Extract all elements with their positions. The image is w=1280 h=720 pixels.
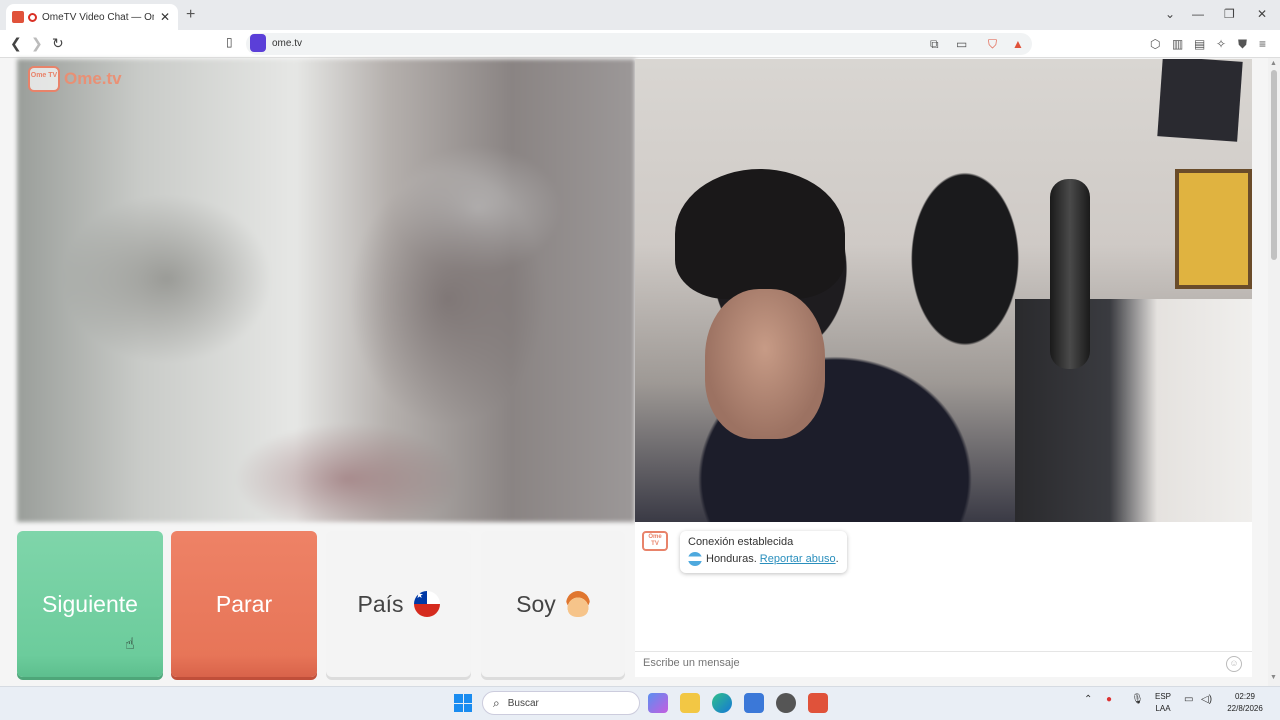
self-video	[635, 59, 1252, 522]
tab-close-icon[interactable]: ✕	[160, 10, 170, 24]
url-field[interactable]	[246, 33, 1032, 55]
close-window-button[interactable]: ✕	[1257, 7, 1267, 21]
taskbar-search-label: Buscar	[507, 697, 539, 709]
page-scrollbar[interactable]: ▲ ▼	[1268, 58, 1280, 686]
tab-search-icon[interactable]: ⌄	[1165, 7, 1175, 21]
logo-badge: Ome TV	[28, 66, 60, 92]
chat-input-container	[635, 651, 1252, 677]
chat-message-input[interactable]	[643, 657, 1203, 669]
report-suffix: .	[835, 553, 839, 565]
back-icon[interactable]: ❮	[10, 35, 22, 52]
sidebar-icon[interactable]: ▥	[1172, 37, 1183, 51]
url-text[interactable]: ome.tv	[272, 38, 302, 49]
stop-button-label: Parar	[215, 590, 273, 617]
chile-flag-icon	[413, 591, 440, 617]
edge-icon[interactable]	[712, 693, 732, 713]
boy-emoji-icon	[565, 591, 590, 617]
scroll-up-icon[interactable]: ▲	[1270, 60, 1277, 67]
next-button-label: Siguiente	[42, 590, 138, 617]
wall-poster	[1157, 59, 1243, 142]
person-hair	[675, 169, 845, 299]
microphone-icon[interactable]: 🎙	[1131, 694, 1144, 705]
recording-icon	[28, 12, 37, 22]
tab-ometv[interactable]: OmeTV Video Chat — Omegl ✕	[6, 4, 178, 30]
tray-app-icon[interactable]: ●	[1106, 694, 1112, 705]
minimize-button[interactable]: —	[1192, 7, 1204, 21]
stop-button[interactable]: Parar	[171, 531, 317, 677]
brave-shield-icon[interactable]: ⛉	[988, 37, 997, 52]
stranger-country: Honduras.	[706, 553, 757, 565]
store-icon[interactable]	[744, 693, 764, 713]
report-abuse-link[interactable]: Reportar abuso	[760, 553, 836, 565]
tray-overflow-icon[interactable]: ⌃	[1084, 694, 1092, 705]
explorer-icon[interactable]	[680, 693, 700, 713]
volume-icon[interactable]: ◁)	[1201, 694, 1212, 705]
clock-time[interactable]: 02:29	[1222, 692, 1268, 701]
language-bottom[interactable]: LAA	[1152, 704, 1174, 713]
ometv-logo: Ome TV Ome.tv	[28, 66, 122, 92]
forward-icon[interactable]: ❯	[31, 35, 43, 52]
wallet-icon[interactable]: ▤	[1194, 37, 1205, 51]
logo-text: Ome.tv	[64, 69, 122, 88]
gender-button[interactable]: Soy	[481, 531, 625, 677]
vpn-icon[interactable]: ⛊	[1238, 37, 1247, 52]
taskbar-search[interactable]: ⌕ Buscar	[482, 691, 640, 715]
tab-bar: OmeTV Video Chat — Omegl ✕ + ⌄ — ❐ ✕	[0, 0, 1280, 30]
scrollbar-thumb[interactable]	[1271, 70, 1277, 260]
picture-frame	[1175, 169, 1252, 289]
chat-logo-icon: Ome TV	[642, 531, 668, 551]
reload-icon[interactable]: ↻	[52, 35, 64, 52]
microphone	[1050, 179, 1090, 369]
cast-icon[interactable]: ▭	[956, 37, 967, 51]
extensions-icon[interactable]: ⬡	[1150, 37, 1160, 51]
country-button-label: País	[357, 590, 404, 617]
country-button[interactable]: País	[326, 531, 471, 677]
honduras-flag-icon	[688, 552, 702, 566]
stranger-video	[17, 59, 635, 522]
leo-icon[interactable]: ✧	[1216, 37, 1226, 51]
person-face	[705, 289, 825, 439]
stranger-country-line: Honduras. Reportar abuso.	[688, 552, 839, 566]
clock-date[interactable]: 22/8/2026	[1222, 704, 1268, 713]
maximize-button[interactable]: ❐	[1224, 7, 1235, 21]
translate-icon[interactable]: ⧉	[930, 37, 939, 52]
brave-icon[interactable]	[808, 693, 828, 713]
tab-title: OmeTV Video Chat — Omegl	[42, 11, 154, 23]
menu-icon[interactable]: ≡	[1259, 37, 1266, 51]
app-icon[interactable]	[776, 693, 796, 713]
bookmark-icon[interactable]: ▯	[226, 35, 233, 49]
ometv-favicon-icon	[12, 11, 24, 23]
search-icon: ⌕	[493, 695, 500, 710]
windows-icon[interactable]	[454, 694, 472, 712]
language-top[interactable]: ESP	[1152, 692, 1174, 701]
gender-button-label: Soy	[516, 590, 556, 617]
address-bar: ❮ ❯ ↻ ▯ ome.tv ⧉ ▭ ⛉ ▲ ⬡ ▥ ▤ ✧ ⛊ ≡	[0, 30, 1280, 58]
site-info-icon[interactable]	[250, 34, 266, 52]
network-icon[interactable]: ▭	[1184, 694, 1193, 705]
mouse-cursor-icon: ☝	[125, 636, 135, 653]
connection-status: Conexión establecida	[688, 536, 794, 548]
next-button[interactable]: Siguiente	[17, 531, 163, 677]
system-message: Conexión establecida Honduras. Reportar …	[680, 531, 847, 573]
emoji-picker-icon[interactable]: ☺	[1226, 656, 1242, 672]
widgets-icon[interactable]	[648, 693, 668, 713]
brave-rewards-icon[interactable]: ▲	[1012, 37, 1024, 51]
scroll-down-icon[interactable]: ▼	[1270, 674, 1277, 681]
new-tab-button[interactable]: +	[186, 6, 195, 24]
